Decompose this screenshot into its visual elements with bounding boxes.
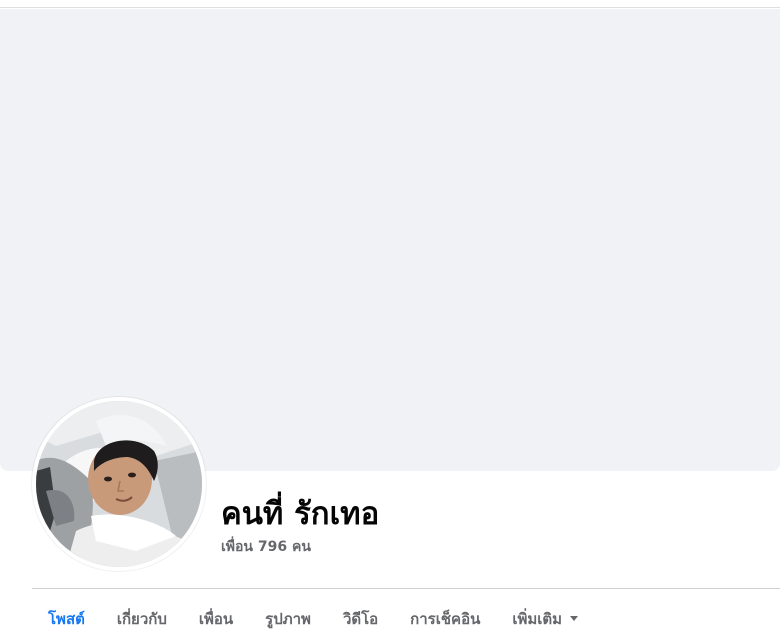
tab-check-ins-label: การเช็คอิน: [410, 609, 481, 628]
top-bar-edge: [0, 0, 780, 8]
avatar: [36, 401, 202, 567]
tab-photos[interactable]: รูปภาพ: [249, 596, 327, 641]
tab-posts[interactable]: โพสต์: [32, 596, 101, 641]
tab-videos[interactable]: วิดีโอ: [327, 596, 394, 641]
tab-about[interactable]: เกี่ยวกับ: [101, 596, 183, 641]
tab-friends[interactable]: เพื่อน: [183, 596, 249, 641]
avatar-image: [36, 401, 202, 567]
profile-name: คนที่ รักเทอ: [221, 496, 380, 532]
tab-check-ins[interactable]: การเช็คอิน: [394, 596, 496, 641]
tab-photos-label: รูปภาพ: [265, 609, 311, 628]
tab-about-label: เกี่ยวกับ: [116, 609, 167, 628]
tab-posts-label: โพสต์: [48, 609, 85, 628]
friend-count-link[interactable]: เพื่อน 796 คน: [221, 537, 311, 557]
caret-down-icon: [570, 616, 579, 621]
tabs-divider: [32, 588, 780, 589]
tab-friends-label: เพื่อน: [198, 609, 234, 628]
tab-more[interactable]: เพิ่มเติม: [496, 596, 594, 641]
tab-videos-label: วิดีโอ: [342, 609, 379, 628]
profile-picture[interactable]: [32, 397, 206, 571]
tab-more-label: เพิ่มเติม: [512, 609, 563, 628]
profile-tabs: โพสต์ เกี่ยวกับ เพื่อน รูปภาพ วิดีโอ การ…: [32, 596, 594, 641]
